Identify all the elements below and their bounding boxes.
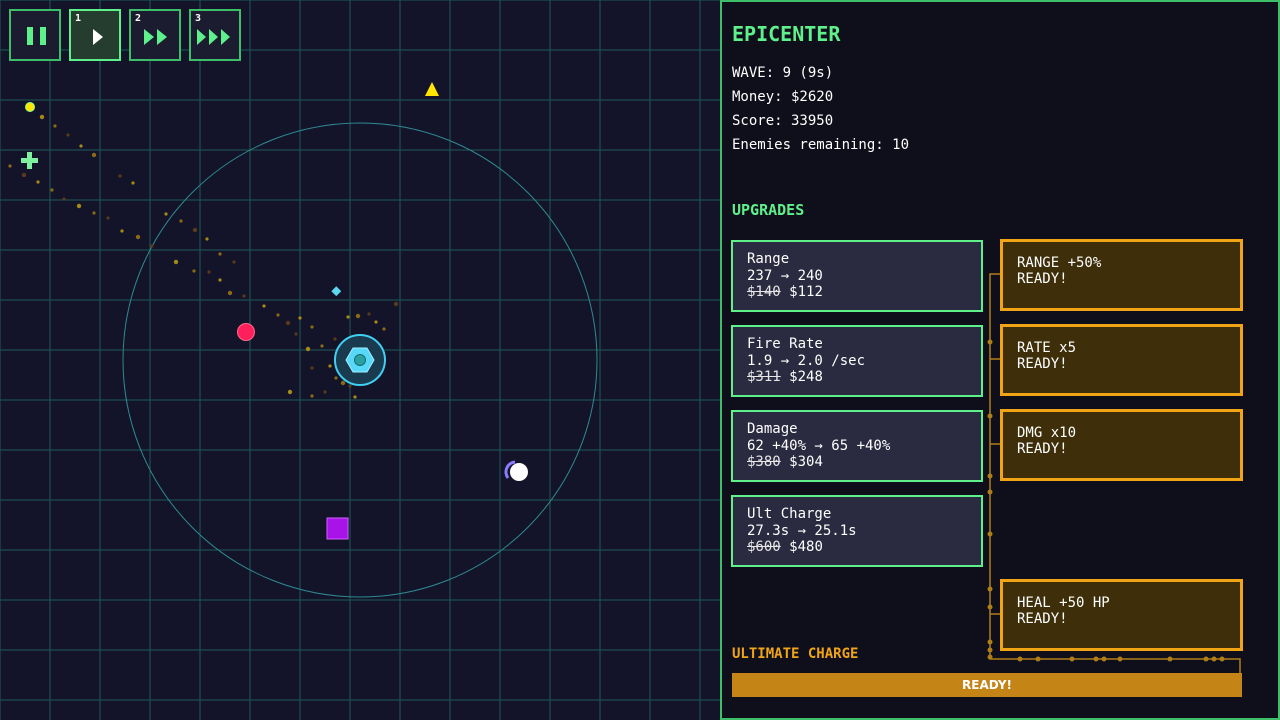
red-enemy (237, 323, 255, 341)
ultimate-range-button[interactable]: RANGE +50% READY! (1000, 239, 1243, 311)
ultimate-rate-button[interactable]: RATE x5 READY! (1000, 324, 1243, 396)
ultimate-status: READY! (1017, 441, 1068, 457)
cyan-diamond-enemy (331, 286, 342, 297)
old-price: $311 (747, 369, 781, 385)
speed-2x-button[interactable]: 2 (129, 9, 181, 61)
ultimate-heal-button[interactable]: HEAL +50 HP READY! (1000, 579, 1243, 651)
ultimate-name: HEAL +50 HP (1017, 595, 1110, 611)
game-field[interactable]: 1 2 3 (0, 0, 720, 720)
upgrade-change: 1.9 → 2.0 /sec (747, 352, 866, 369)
pause-button[interactable] (9, 9, 61, 61)
upgrade-name: Damage (747, 421, 798, 437)
upgrade-range-button[interactable]: Range 237 → 240 $140 $112 (731, 240, 983, 312)
upgrade-change: 62 +40% → 65 +40% (747, 437, 891, 454)
battlefield[interactable] (0, 0, 720, 720)
fast-forward-icon (144, 29, 167, 45)
ultimate-damage-button[interactable]: DMG x10 READY! (1000, 409, 1243, 481)
white-orb-enemy (504, 460, 528, 481)
upgrade-name: Range (747, 251, 790, 267)
ultimate-status: READY! (1017, 271, 1068, 287)
upgrades-heading: UPGRADES (732, 201, 805, 219)
old-price: $380 (747, 454, 781, 470)
upgrade-change: 237 → 240 (747, 267, 823, 284)
old-price: $140 (747, 284, 781, 300)
price: $248 (789, 369, 823, 385)
ultimate-status: READY! (1017, 611, 1068, 627)
price: $112 (789, 284, 823, 300)
price: $480 (789, 539, 823, 555)
wave-counter: WAVE: 9 (9s) (732, 65, 834, 81)
ultimate-name: RATE x5 (1017, 340, 1077, 356)
upgrade-name: Ult Charge (747, 506, 832, 522)
upgrade-damage-button[interactable]: Damage 62 +40% → 65 +40% $380 $304 (731, 410, 983, 482)
upgrade-ult-charge-button[interactable]: Ult Charge 27.3s → 25.1s $600 $480 (731, 495, 983, 567)
ultimate-charge-bar: READY! (732, 673, 1242, 697)
side-panel: EPICENTER WAVE: 9 (9s) Money: $2620 Scor… (720, 0, 1280, 720)
upgrade-change: 27.3s → 25.1s (747, 522, 857, 539)
ultimate-status: READY! (1017, 356, 1068, 372)
speed-3x-button[interactable]: 3 (189, 9, 241, 61)
enemies-remaining: Enemies remaining: 10 (732, 137, 910, 153)
triangle-enemy (425, 82, 439, 96)
epicenter-tower[interactable] (334, 334, 386, 386)
ultimate-name: DMG x10 (1017, 425, 1077, 441)
purple-square-enemy (326, 517, 349, 540)
game-title: EPICENTER (732, 22, 841, 46)
play-icon (93, 29, 103, 45)
ultimate-charge-status: READY! (962, 678, 1012, 692)
upgrade-name: Fire Rate (747, 336, 823, 352)
money-display: Money: $2620 (732, 89, 834, 105)
price: $304 (789, 454, 823, 470)
health-pickup-icon (21, 152, 38, 169)
pause-icon (27, 27, 46, 45)
triple-fast-forward-icon (197, 29, 230, 45)
ultimate-name: RANGE +50% (1017, 255, 1102, 271)
upgrade-fire-rate-button[interactable]: Fire Rate 1.9 → 2.0 /sec $311 $248 (731, 325, 983, 397)
old-price: $600 (747, 539, 781, 555)
ultimate-charge-label: ULTIMATE CHARGE (732, 646, 859, 662)
small-yellow-enemy (25, 102, 35, 112)
speed-1x-button[interactable]: 1 (69, 9, 121, 61)
score-display: Score: 33950 (732, 113, 834, 129)
